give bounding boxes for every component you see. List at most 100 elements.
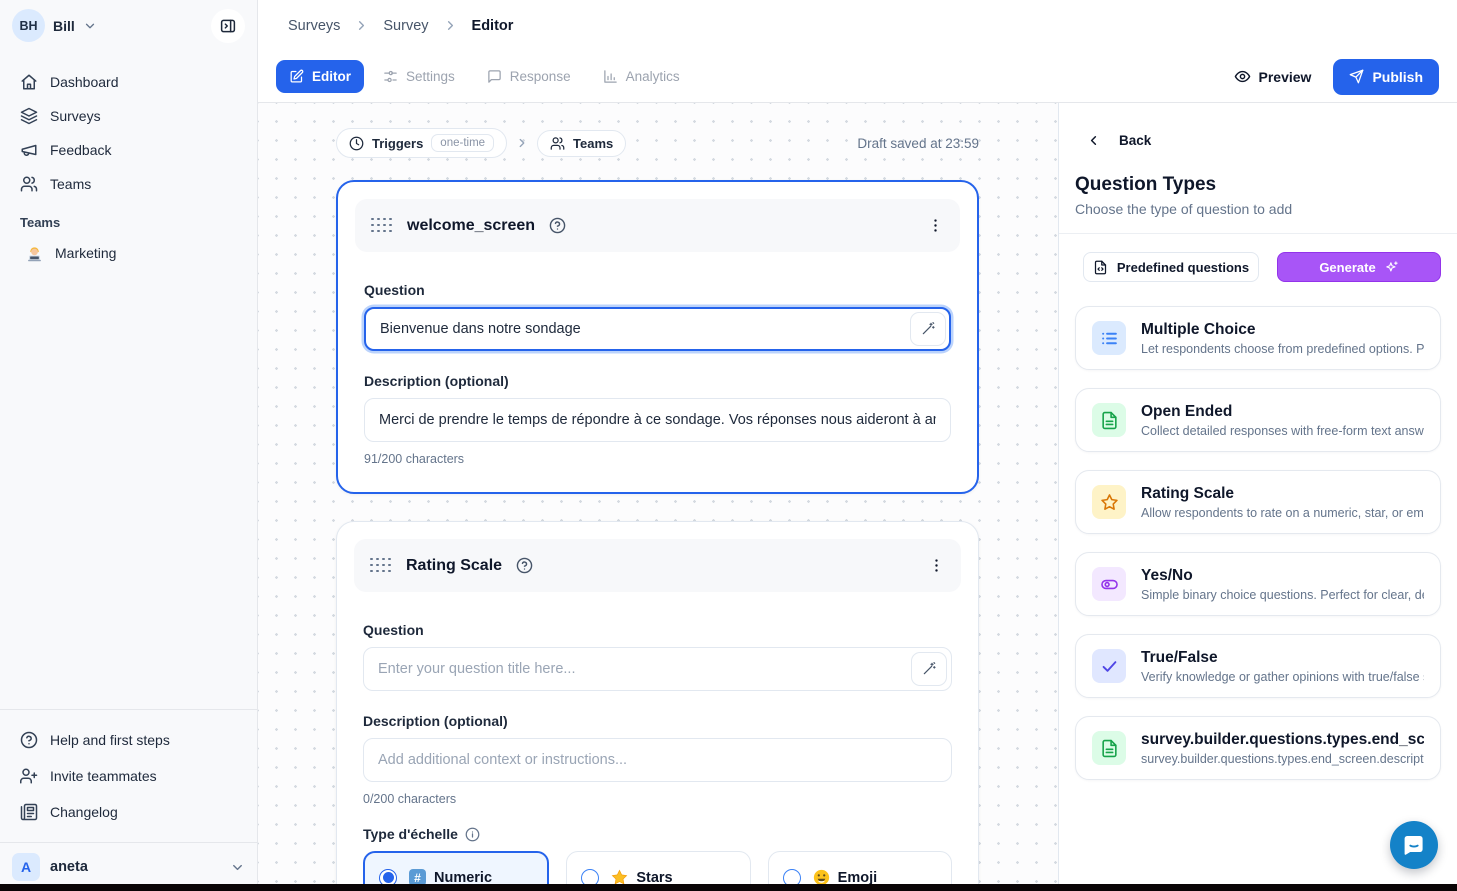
type-title: Open Ended xyxy=(1141,403,1424,421)
sidebar-item-changelog[interactable]: Changelog xyxy=(12,794,245,830)
help-circle-icon[interactable] xyxy=(549,217,566,234)
teams-chip[interactable]: Teams xyxy=(537,130,626,157)
type-card-open-ended[interactable]: Open Ended Collect detailed responses wi… xyxy=(1075,388,1441,452)
char-count: 0/200 characters xyxy=(363,792,952,806)
sidebar-item-invite[interactable]: Invite teammates xyxy=(12,758,245,794)
question-input[interactable] xyxy=(363,647,952,691)
sidebar-item-marketing[interactable]: Marketing xyxy=(12,236,245,270)
sidebar-item-label: Dashboard xyxy=(50,74,119,90)
check-icon xyxy=(1092,649,1126,683)
sidebar-section-teams: Teams xyxy=(12,201,245,236)
publish-button[interactable]: Publish xyxy=(1333,59,1439,95)
users-icon xyxy=(20,175,38,193)
triggers-chip[interactable]: Triggers one-time xyxy=(336,128,507,158)
tab-label: Analytics xyxy=(626,69,680,84)
main-area: Surveys Survey Editor Editor Settings Re… xyxy=(258,0,1457,891)
question-card-welcome-screen[interactable]: welcome_screen Question xyxy=(336,180,979,494)
question-card-rating-scale[interactable]: Rating Scale Question xyxy=(336,521,979,891)
description-input-wrap xyxy=(363,738,952,782)
file-code-icon xyxy=(1093,260,1108,275)
preview-label: Preview xyxy=(1259,69,1312,85)
tab-editor[interactable]: Editor xyxy=(276,60,364,93)
edit-icon xyxy=(289,69,304,84)
type-card-yes-no[interactable]: Yes/No Simple binary choice questions. P… xyxy=(1075,552,1441,616)
tab-settings[interactable]: Settings xyxy=(370,60,468,93)
question-types-panel: Back Question Types Choose the type of q… xyxy=(1059,103,1457,891)
chat-widget-button[interactable] xyxy=(1390,821,1438,869)
type-title: True/False xyxy=(1141,649,1424,667)
type-card-end-screen[interactable]: survey.builder.questions.types.end_scr..… xyxy=(1075,716,1441,780)
sidebar-item-label: Changelog xyxy=(50,804,118,820)
sidebar-item-label: Invite teammates xyxy=(50,768,157,784)
card-title: welcome_screen xyxy=(407,217,535,235)
layers-icon xyxy=(20,107,38,125)
type-title: Rating Scale xyxy=(1141,485,1424,503)
changelog-icon xyxy=(20,803,38,821)
card-menu-button[interactable] xyxy=(927,217,944,234)
description-input[interactable] xyxy=(364,398,951,442)
preview-button[interactable]: Preview xyxy=(1234,68,1312,85)
sidebar-item-surveys[interactable]: Surveys xyxy=(12,99,245,133)
sidebar-item-teams[interactable]: Teams xyxy=(12,167,245,201)
survey-canvas[interactable]: Triggers one-time Teams Draft saved at 2… xyxy=(258,103,1059,891)
card-body: Question Description (optional) xyxy=(337,592,978,891)
type-card-multiple-choice[interactable]: Multiple Choice Let respondents choose f… xyxy=(1075,306,1441,370)
list-icon xyxy=(1092,321,1126,355)
question-input[interactable] xyxy=(364,307,951,351)
sidebar-item-label: Help and first steps xyxy=(50,732,170,748)
message-square-icon xyxy=(487,69,502,84)
canvas-top-row: Triggers one-time Teams Draft saved at 2… xyxy=(336,128,979,158)
info-icon[interactable] xyxy=(465,827,480,842)
sparkles-icon xyxy=(1384,260,1399,275)
question-input-wrap xyxy=(363,647,952,691)
canvas-inner: Triggers one-time Teams Draft saved at 2… xyxy=(336,128,979,891)
type-description: Let respondents choose from predefined o… xyxy=(1141,342,1424,356)
users-icon xyxy=(550,136,565,151)
user-plus-icon xyxy=(20,767,38,785)
file-text-icon xyxy=(1092,731,1126,765)
eye-icon xyxy=(1234,68,1251,85)
help-circle-icon[interactable] xyxy=(516,557,533,574)
clock-icon xyxy=(349,136,364,151)
type-text: Open Ended Collect detailed responses wi… xyxy=(1141,403,1424,438)
sidebar-collapse-button[interactable] xyxy=(211,9,245,43)
magic-wand-button[interactable] xyxy=(910,312,946,346)
content-area: Triggers one-time Teams Draft saved at 2… xyxy=(258,103,1457,891)
description-input[interactable] xyxy=(363,738,952,782)
breadcrumb-surveys[interactable]: Surveys xyxy=(288,18,340,34)
breadcrumb-survey[interactable]: Survey xyxy=(383,18,428,34)
panel-collapse-icon xyxy=(219,17,237,35)
toolbar-actions: Preview Publish xyxy=(1234,59,1440,95)
magic-wand-button[interactable] xyxy=(911,652,947,686)
survey-editor-app: BH Bill Dashboard Surveys Feedb xyxy=(0,0,1457,891)
tab-analytics[interactable]: Analytics xyxy=(590,60,693,93)
type-card-true-false[interactable]: True/False Verify knowledge or gather op… xyxy=(1075,634,1441,698)
user-name[interactable]: Bill xyxy=(53,18,75,34)
card-menu-button[interactable] xyxy=(928,557,945,574)
type-text: Multiple Choice Let respondents choose f… xyxy=(1141,321,1424,356)
trigger-type-badge: one-time xyxy=(431,134,494,152)
card-title: Rating Scale xyxy=(406,557,502,575)
description-label: Description (optional) xyxy=(363,713,952,729)
drag-handle-icon[interactable] xyxy=(371,218,393,234)
chevron-down-icon[interactable] xyxy=(83,19,97,33)
tab-response[interactable]: Response xyxy=(474,60,584,93)
tab-label: Editor xyxy=(312,69,351,84)
generate-button[interactable]: Generate xyxy=(1277,252,1441,282)
predefined-questions-button[interactable]: Predefined questions xyxy=(1083,252,1259,282)
card-body: Question Description (optional) xyxy=(338,252,977,492)
publish-label: Publish xyxy=(1372,69,1423,85)
sidebar-item-help[interactable]: Help and first steps xyxy=(12,722,245,758)
user-avatar[interactable]: BH xyxy=(12,9,45,42)
triggers-chip-label: Triggers xyxy=(372,136,423,151)
sidebar-item-feedback[interactable]: Feedback xyxy=(12,133,245,167)
back-button[interactable]: Back xyxy=(1059,103,1457,148)
sidebar-item-label: Teams xyxy=(50,176,91,192)
type-card-rating-scale[interactable]: Rating Scale Allow respondents to rate o… xyxy=(1075,470,1441,534)
sidebar-spacer xyxy=(0,270,257,709)
sidebar-item-dashboard[interactable]: Dashboard xyxy=(12,65,245,99)
chevron-down-icon xyxy=(230,860,245,875)
drag-handle-icon[interactable] xyxy=(370,558,392,574)
file-text-icon xyxy=(1092,403,1126,437)
type-title: survey.builder.questions.types.end_scr..… xyxy=(1141,731,1424,749)
